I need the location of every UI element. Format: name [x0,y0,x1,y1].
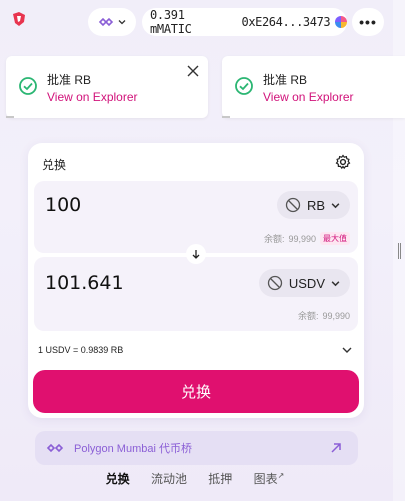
toast-notification: 批准 RB View on Explorer [6,56,208,118]
chevron-down-icon[interactable] [341,344,353,356]
from-amount-input[interactable]: 100 [45,194,81,216]
from-token-symbol: RB [306,197,325,213]
polygon-icon [46,443,64,453]
swap-title: 兑换 [42,158,67,172]
account-pill[interactable]: 0.391 mMATIC 0xE264...3473 [142,8,347,36]
bottom-nav: 兑换 流动池 抵押 图表↗ [95,463,295,493]
more-menu-button[interactable]: ••• [352,8,384,36]
view-on-explorer-link[interactable]: View on Explorer [47,90,138,104]
from-token-panel: 100 RB 余额: 99,990 最大值 [34,181,358,253]
nav-item-stake[interactable]: 抵押 [206,470,234,487]
max-button[interactable]: 最大值 [320,232,350,245]
arrow-down-icon [192,250,200,259]
balance-value: 99,990 [322,310,350,321]
to-token-selector[interactable]: USDV [258,269,350,297]
token-placeholder-icon [267,275,283,291]
toast-title: 批准 RB [263,73,308,87]
toast-progress-bar [222,116,230,118]
fox-logo-icon[interactable] [10,10,28,28]
balance-label: 余额: [263,234,285,244]
nav-item-swap[interactable]: 兑换 [104,470,132,487]
exchange-rate: 1 USDV = 0.9839 RB [38,345,124,355]
view-on-explorer-link[interactable]: View on Explorer [263,90,354,104]
check-circle-icon [19,77,37,95]
swap-card: 兑换 100 RB 余额: 99,990 最大值 101.641 USDV 余额… [28,143,364,418]
bridge-label: Polygon Mumbai 代币桥 [74,443,192,455]
resize-handle[interactable] [398,243,401,259]
balance-label: 余额: [297,311,319,321]
from-balance: 余额: 99,990 最大值 [264,232,350,245]
account-avatar-icon [335,16,347,28]
check-circle-icon [235,77,253,95]
switch-direction-button[interactable] [186,244,206,264]
gear-icon[interactable] [335,154,351,170]
wallet-balance: 0.391 mMATIC [150,8,192,36]
from-token-selector[interactable]: RB [276,191,350,219]
to-token-symbol: USDV [288,275,325,291]
balance-value: 99,990 [288,233,316,244]
header: 0.391 mMATIC 0xE264...3473 ••• [0,0,405,44]
chevron-down-icon [331,202,340,208]
polygon-icon [98,17,114,27]
arrow-up-right-icon [331,443,341,453]
chevron-down-icon [331,280,340,286]
to-token-panel: 101.641 USDV 余额: 99,990 [34,257,358,331]
external-link-icon: ↗ [277,470,285,480]
toast-title: 批准 RB [47,73,92,87]
network-selector[interactable] [88,8,136,36]
token-placeholder-icon [285,197,301,213]
nav-item-charts[interactable]: 图表↗ [252,470,287,487]
nav-item-pool[interactable]: 流动池 [149,470,189,487]
to-amount-input[interactable]: 101.641 [45,272,124,294]
swap-button[interactable]: 兑换 [33,370,359,413]
chevron-down-icon [118,20,126,25]
nav-charts-label: 图表 [253,471,278,486]
toast-progress-bar [6,116,14,118]
more-dots-icon: ••• [359,14,377,30]
toast-notification: 批准 RB View on Explorer [222,56,405,118]
to-balance: 余额: 99,990 [298,309,350,322]
wallet-address[interactable]: 0xE264...3473 [242,15,331,29]
close-icon[interactable] [186,64,200,78]
bridge-link[interactable]: Polygon Mumbai 代币桥 [35,431,358,465]
